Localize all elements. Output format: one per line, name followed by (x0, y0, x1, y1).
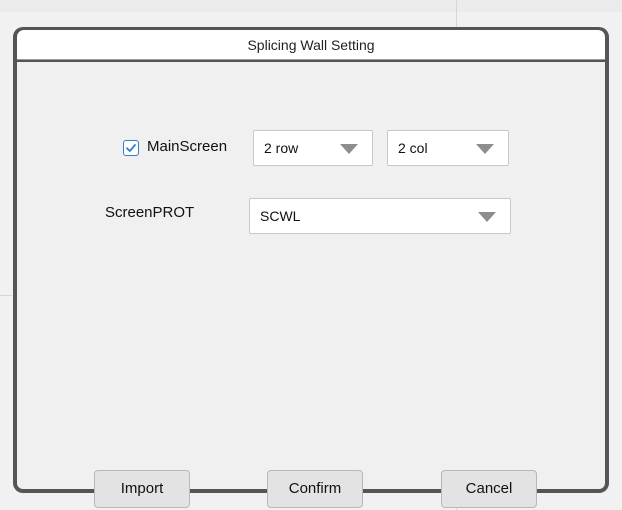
triangle-down-icon (340, 144, 358, 154)
cols-select[interactable]: 2 col (387, 130, 509, 166)
screen-prot-label: ScreenPROT (105, 204, 195, 221)
background-divider (0, 295, 12, 296)
dialog-body: MainScreen 2 row 2 col ScreenPROT SCWL I… (17, 62, 605, 508)
import-button[interactable]: Import (94, 470, 190, 508)
screen-prot-select[interactable]: SCWL (249, 198, 511, 234)
triangle-down-icon (476, 144, 494, 154)
rows-select-value: 2 row (264, 140, 299, 156)
check-icon (126, 144, 136, 152)
background-app-strip (0, 0, 622, 12)
dialog-title: Splicing Wall Setting (17, 30, 605, 60)
main-screen-label[interactable]: MainScreen (147, 138, 227, 155)
confirm-button[interactable]: Confirm (267, 470, 363, 508)
triangle-down-icon (478, 212, 496, 222)
rows-select[interactable]: 2 row (253, 130, 373, 166)
cols-select-value: 2 col (398, 140, 428, 156)
screen-prot-select-value: SCWL (260, 208, 301, 224)
main-screen-checkbox[interactable] (123, 140, 139, 156)
splicing-wall-setting-dialog: Splicing Wall Setting MainScreen 2 row 2… (13, 27, 609, 508)
cancel-button[interactable]: Cancel (441, 470, 537, 508)
